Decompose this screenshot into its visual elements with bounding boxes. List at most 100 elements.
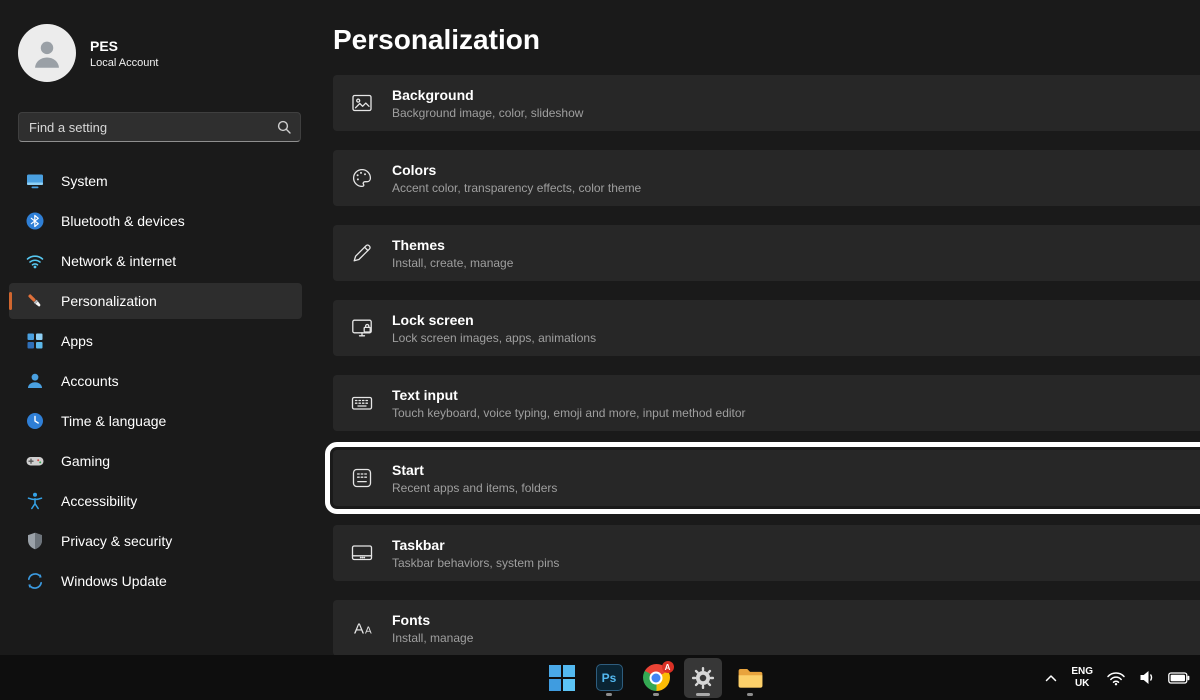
- update-icon: [25, 571, 45, 591]
- search-icon: [277, 120, 291, 134]
- tray-volume-icon[interactable]: [1139, 670, 1155, 685]
- windows-logo-icon: [549, 665, 575, 691]
- photoshop-button[interactable]: Ps: [590, 658, 628, 698]
- row-subtitle: Install, manage: [392, 631, 473, 645]
- running-indicator: [606, 693, 612, 696]
- row-title: Fonts: [392, 612, 473, 628]
- keyboard-icon: [350, 391, 374, 415]
- row-subtitle: Background image, color, slideshow: [392, 106, 583, 120]
- sidebar-item-label: Apps: [61, 333, 93, 349]
- row-subtitle: Accent color, transparency effects, colo…: [392, 181, 641, 195]
- sidebar-item-accounts[interactable]: Accounts: [9, 363, 302, 399]
- person-icon: [30, 36, 64, 70]
- row-title: Colors: [392, 162, 641, 178]
- svg-text:A: A: [365, 626, 372, 637]
- sidebar: PES Local Account System Bluetooth & dev…: [0, 0, 320, 655]
- shield-icon: [25, 531, 45, 551]
- chrome-icon: A: [643, 664, 670, 691]
- accounts-icon: [25, 371, 45, 391]
- start-button[interactable]: [543, 658, 581, 698]
- account-button[interactable]: PES Local Account: [18, 24, 159, 82]
- search-box: [18, 112, 301, 142]
- sidebar-item-time-language[interactable]: Time & language: [9, 403, 302, 439]
- account-type: Local Account: [90, 57, 159, 69]
- settings-row-lock-screen[interactable]: Lock screen Lock screen images, apps, an…: [333, 300, 1200, 356]
- fonts-icon: AA: [350, 616, 374, 640]
- system-tray: ENG UK: [1044, 655, 1190, 700]
- sidebar-item-system[interactable]: System: [9, 163, 302, 199]
- row-title: Background: [392, 87, 583, 103]
- clock-icon: [25, 411, 45, 431]
- sidebar-item-network[interactable]: Network & internet: [9, 243, 302, 279]
- row-title: Themes: [392, 237, 513, 253]
- sidebar-item-label: Network & internet: [61, 253, 176, 269]
- settings-row-themes[interactable]: Themes Install, create, manage: [333, 225, 1200, 281]
- settings-row-taskbar[interactable]: Taskbar Taskbar behaviors, system pins: [333, 525, 1200, 581]
- pen-icon: [350, 241, 374, 265]
- row-subtitle: Lock screen images, apps, animations: [392, 331, 596, 345]
- gear-icon: [690, 665, 716, 691]
- chrome-button[interactable]: A: [637, 658, 675, 698]
- sidebar-item-personalization[interactable]: Personalization: [9, 283, 302, 319]
- chrome-badge: A: [662, 661, 674, 673]
- page-title: Personalization: [333, 24, 540, 56]
- running-indicator: [747, 693, 753, 696]
- avatar: [18, 24, 76, 82]
- sidebar-item-privacy[interactable]: Privacy & security: [9, 523, 302, 559]
- settings-list: Background Background image, color, slid…: [333, 75, 1200, 675]
- sidebar-item-apps[interactable]: Apps: [9, 323, 302, 359]
- sidebar-nav: System Bluetooth & devices Network & int…: [9, 163, 302, 603]
- running-indicator: [653, 693, 659, 696]
- accessibility-icon: [25, 491, 45, 511]
- tray-chevron-up-icon[interactable]: [1044, 673, 1058, 683]
- settings-row-colors[interactable]: Colors Accent color, transparency effect…: [333, 150, 1200, 206]
- settings-window: PES Local Account System Bluetooth & dev…: [0, 0, 1200, 700]
- system-icon: [25, 171, 45, 191]
- settings-row-start[interactable]: Start Recent apps and items, folders: [333, 450, 1200, 506]
- language-line1: ENG: [1071, 666, 1093, 678]
- sidebar-item-label: Accounts: [61, 373, 119, 389]
- language-indicator[interactable]: ENG UK: [1071, 666, 1093, 690]
- taskbar: Ps A: [0, 655, 1200, 700]
- sidebar-item-accessibility[interactable]: Accessibility: [9, 483, 302, 519]
- brush-icon: [25, 291, 45, 311]
- palette-icon: [350, 166, 374, 190]
- row-title: Taskbar: [392, 537, 559, 553]
- search-input[interactable]: [19, 120, 277, 135]
- row-title: Start: [392, 462, 557, 478]
- row-subtitle: Taskbar behaviors, system pins: [392, 556, 559, 570]
- running-indicator: [696, 693, 710, 696]
- photoshop-icon: Ps: [596, 664, 623, 691]
- account-name: PES: [90, 38, 159, 54]
- wifi-icon: [25, 251, 45, 271]
- sidebar-item-label: Gaming: [61, 453, 110, 469]
- settings-row-background[interactable]: Background Background image, color, slid…: [333, 75, 1200, 131]
- taskbar-icon: [350, 541, 374, 565]
- file-explorer-button[interactable]: [731, 658, 769, 698]
- account-text: PES Local Account: [90, 38, 159, 69]
- row-subtitle: Touch keyboard, voice typing, emoji and …: [392, 406, 746, 420]
- bluetooth-icon: [25, 211, 45, 231]
- sidebar-item-bluetooth[interactable]: Bluetooth & devices: [9, 203, 302, 239]
- sidebar-item-label: System: [61, 173, 108, 189]
- sidebar-item-gaming[interactable]: Gaming: [9, 443, 302, 479]
- row-title: Lock screen: [392, 312, 596, 328]
- apps-icon: [25, 331, 45, 351]
- row-subtitle: Install, create, manage: [392, 256, 513, 270]
- settings-row-fonts[interactable]: AA Fonts Install, manage: [333, 600, 1200, 656]
- sidebar-item-label: Personalization: [61, 293, 157, 309]
- row-subtitle: Recent apps and items, folders: [392, 481, 557, 495]
- tray-battery-icon[interactable]: [1168, 672, 1190, 684]
- background-icon: [350, 91, 374, 115]
- tray-wifi-icon[interactable]: [1106, 670, 1126, 686]
- sidebar-item-label: Time & language: [61, 413, 166, 429]
- folder-icon: [737, 666, 764, 690]
- svg-text:A: A: [354, 621, 364, 638]
- settings-button[interactable]: [684, 658, 722, 698]
- settings-row-text-input[interactable]: Text input Touch keyboard, voice typing,…: [333, 375, 1200, 431]
- sidebar-item-windows-update[interactable]: Windows Update: [9, 563, 302, 599]
- sidebar-item-label: Bluetooth & devices: [61, 213, 185, 229]
- row-title: Text input: [392, 387, 746, 403]
- start-icon: [350, 466, 374, 490]
- language-line2: UK: [1071, 678, 1093, 690]
